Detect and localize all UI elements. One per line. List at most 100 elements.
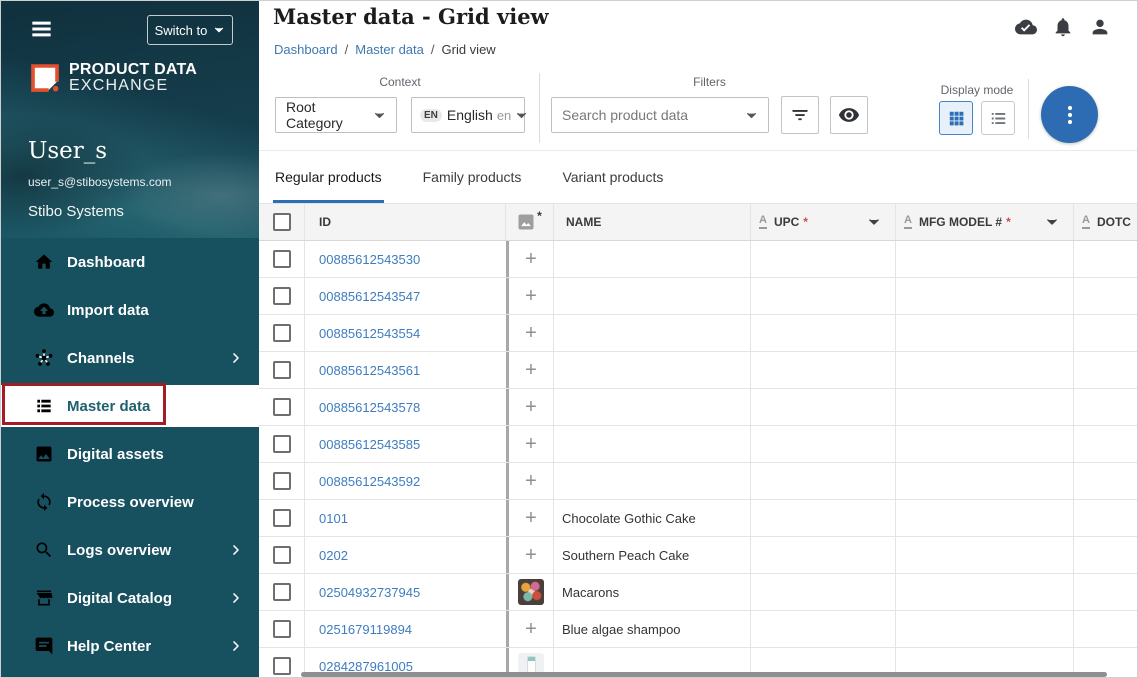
product-id-link[interactable]: 0251679119894 (319, 622, 412, 637)
name-cell[interactable] (554, 278, 751, 314)
id-cell[interactable]: 00885612543547 (305, 278, 506, 314)
row-checkbox[interactable] (272, 250, 291, 268)
image-cell[interactable] (506, 574, 554, 610)
dotcom-cell[interactable] (1074, 500, 1137, 536)
upc-cell[interactable] (751, 463, 896, 499)
sidebar-item-channels[interactable]: Channels (1, 334, 259, 382)
product-id-link[interactable]: 00885612543578 (319, 400, 420, 415)
sidebar-item-help-center[interactable]: Help Center (1, 622, 259, 670)
image-cell[interactable]: + (506, 537, 554, 573)
add-image-button[interactable]: + (525, 471, 537, 491)
row-checkbox[interactable] (272, 435, 291, 453)
more-actions-button[interactable] (1041, 86, 1098, 143)
filter-button[interactable] (781, 96, 819, 134)
dotcom-cell[interactable] (1074, 463, 1137, 499)
product-id-link[interactable]: 00885612543530 (319, 252, 420, 267)
row-checkbox-cell[interactable] (259, 426, 305, 462)
product-id-link[interactable]: 02504932737945 (319, 585, 420, 600)
upc-cell[interactable] (751, 574, 896, 610)
image-cell[interactable]: + (506, 463, 554, 499)
name-cell[interactable] (554, 389, 751, 425)
product-id-link[interactable]: 00885612543592 (319, 474, 420, 489)
dotcom-cell[interactable] (1074, 278, 1137, 314)
select-all-cell[interactable] (259, 204, 305, 240)
select-all-checkbox[interactable] (272, 213, 291, 231)
add-image-button[interactable]: + (525, 360, 537, 380)
row-checkbox[interactable] (272, 324, 291, 342)
product-id-link[interactable]: 0202 (319, 548, 348, 563)
id-cell[interactable]: 00885612543585 (305, 426, 506, 462)
tab-regular-products[interactable]: Regular products (273, 151, 384, 203)
image-cell[interactable]: + (506, 500, 554, 536)
dotcom-cell[interactable] (1074, 389, 1137, 425)
list-view-mode-button[interactable] (981, 101, 1015, 135)
row-checkbox[interactable] (272, 472, 291, 490)
id-cell[interactable]: 00885612543554 (305, 315, 506, 351)
upc-cell[interactable] (751, 500, 896, 536)
add-image-button[interactable]: + (525, 249, 537, 269)
mfg-model-cell[interactable] (896, 463, 1074, 499)
column-menu-chevron-icon[interactable] (867, 215, 881, 229)
row-checkbox-cell[interactable] (259, 574, 305, 610)
row-checkbox-cell[interactable] (259, 352, 305, 388)
sidebar-item-process-overview[interactable]: Process overview (1, 478, 259, 526)
grid-view-mode-button[interactable] (939, 101, 973, 135)
id-cell[interactable]: 00885612543578 (305, 389, 506, 425)
mfg-model-cell[interactable] (896, 611, 1074, 647)
upc-cell[interactable] (751, 611, 896, 647)
cloud-done-icon[interactable] (1015, 16, 1037, 38)
sidebar-item-logs-overview[interactable]: Logs overview (1, 526, 259, 574)
column-header-name[interactable]: NAME (554, 204, 751, 240)
row-checkbox[interactable] (272, 657, 291, 675)
add-image-button[interactable]: + (525, 619, 537, 639)
id-cell[interactable]: 00885612543561 (305, 352, 506, 388)
context-category-dropdown[interactable]: Root Category (275, 97, 397, 133)
image-cell[interactable]: + (506, 241, 554, 277)
dotcom-cell[interactable] (1074, 426, 1137, 462)
product-id-link[interactable]: 00885612543554 (319, 326, 420, 341)
dotcom-cell[interactable] (1074, 574, 1137, 610)
name-cell[interactable]: Blue algae shampoo (554, 611, 751, 647)
notifications-icon[interactable] (1052, 16, 1074, 38)
dotcom-cell[interactable] (1074, 537, 1137, 573)
image-cell[interactable]: + (506, 278, 554, 314)
row-checkbox-cell[interactable] (259, 537, 305, 573)
breadcrumb-dashboard[interactable]: Dashboard (274, 42, 338, 57)
sidebar-item-dashboard[interactable]: Dashboard (1, 238, 259, 286)
name-cell[interactable] (554, 241, 751, 277)
dotcom-cell[interactable] (1074, 352, 1137, 388)
mfg-model-cell[interactable] (896, 574, 1074, 610)
product-thumbnail[interactable] (518, 579, 544, 605)
add-image-button[interactable]: + (525, 323, 537, 343)
upc-cell[interactable] (751, 241, 896, 277)
name-cell[interactable]: Chocolate Gothic Cake (554, 500, 751, 536)
tab-family-products[interactable]: Family products (421, 151, 524, 203)
hamburger-menu-icon[interactable] (28, 18, 55, 40)
row-checkbox[interactable] (272, 509, 291, 527)
row-checkbox-cell[interactable] (259, 500, 305, 536)
image-cell[interactable]: + (506, 389, 554, 425)
column-header-id[interactable]: ID (305, 204, 506, 240)
name-cell[interactable] (554, 315, 751, 351)
visibility-button[interactable] (830, 96, 868, 134)
image-cell[interactable]: + (506, 611, 554, 647)
row-checkbox[interactable] (272, 620, 291, 638)
search-product-dropdown[interactable]: Search product data (551, 97, 769, 133)
user-icon[interactable] (1089, 16, 1111, 38)
row-checkbox[interactable] (272, 583, 291, 601)
sidebar-item-import-data[interactable]: Import data (1, 286, 259, 334)
column-header-upc[interactable]: A UPC * (751, 204, 896, 240)
row-checkbox-cell[interactable] (259, 389, 305, 425)
add-image-button[interactable]: + (525, 508, 537, 528)
mfg-model-cell[interactable] (896, 500, 1074, 536)
add-image-button[interactable]: + (525, 397, 537, 417)
mfg-model-cell[interactable] (896, 241, 1074, 277)
upc-cell[interactable] (751, 537, 896, 573)
upc-cell[interactable] (751, 426, 896, 462)
image-cell[interactable]: + (506, 426, 554, 462)
sidebar-item-master-data[interactable]: Master data (1, 385, 259, 427)
id-cell[interactable]: 02504932737945 (305, 574, 506, 610)
horizontal-scrollbar[interactable] (301, 672, 1107, 677)
switch-to-button[interactable]: Switch to (147, 15, 233, 45)
id-cell[interactable]: 00885612543592 (305, 463, 506, 499)
